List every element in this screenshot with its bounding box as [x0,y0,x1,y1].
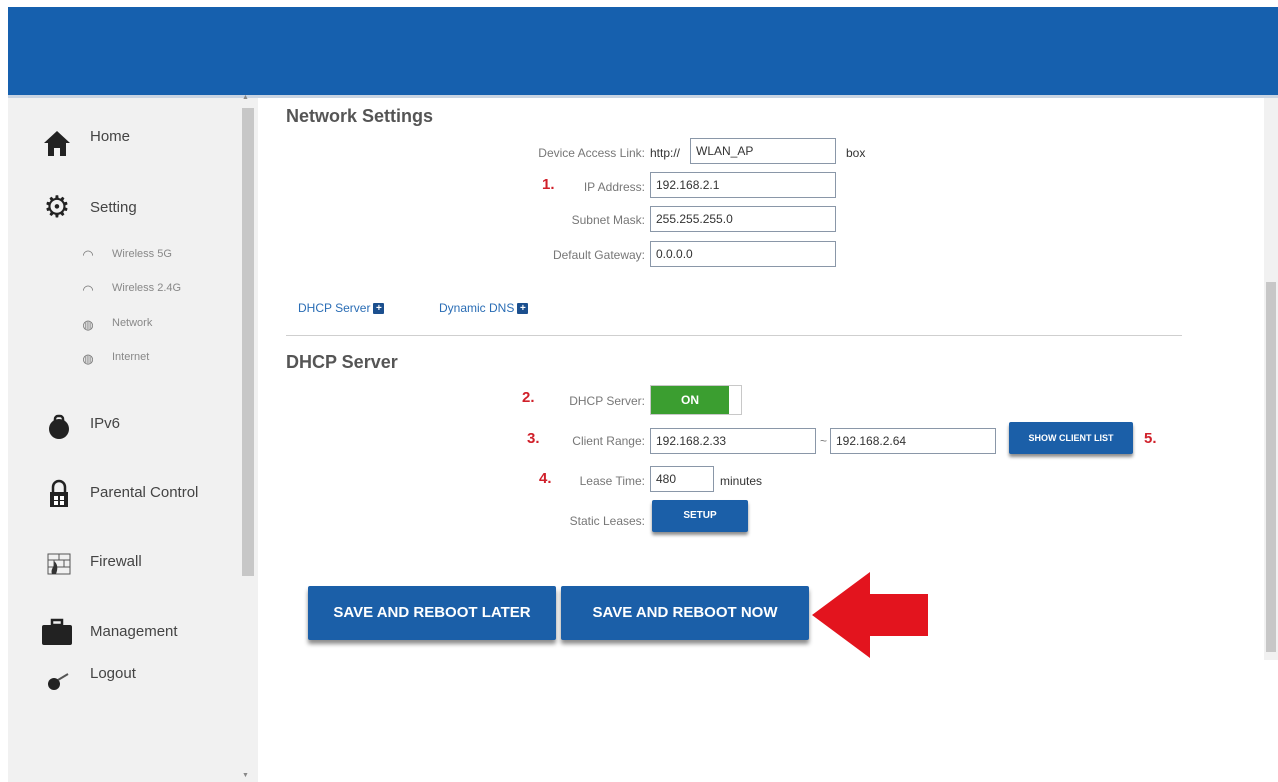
wifi-icon: ◠ [82,282,94,297]
ipv6-icon [42,414,76,447]
save-and-reboot-later-button[interactable]: SAVE AND REBOOT LATER [308,586,556,640]
sidebar-subitem-label: Wireless 2.4G [112,282,182,294]
ip-address-label: IP Address: [583,180,645,194]
show-client-list-button[interactable]: SHOW CLIENT LIST [1009,422,1133,454]
dhcp-server-link-label: DHCP Server [298,301,371,315]
sidebar-item-label: Home [90,128,131,145]
client-range-end-input[interactable]: 192.168.2.64 [830,428,996,454]
sidebar-item-label: Parental Control [90,484,199,501]
device-access-link-prefix: http:// [650,146,681,160]
dhcp-server-title: DHCP Server [286,352,398,372]
device-access-link-label: Device Access Link: [538,146,645,160]
step-number-1: 1. [542,176,555,193]
sidebar-subitem-label: Wireless 5G [112,248,172,260]
firewall-icon [42,552,76,583]
dhcp-server-toggle-state: ON [651,386,729,414]
globe-icon: ◍ [82,351,94,366]
briefcase-icon [40,618,74,653]
wifi-icon: ◠ [82,247,94,262]
step-number-4: 4. [539,470,552,487]
dhcp-server-label: DHCP Server: [569,394,645,408]
setup-button[interactable]: SETUP [652,500,748,532]
dynamic-dns-link-label: Dynamic DNS [439,301,515,315]
step-number-3: 3. [527,430,540,447]
plus-icon: + [517,302,529,314]
device-access-link-input[interactable]: WLAN_AP [690,138,836,164]
sidebar-item-label: Logout [90,665,136,682]
network-settings-title: Network Settings [286,106,434,126]
device-access-link-suffix: box [846,146,866,160]
sidebar-item-label: Setting [90,199,137,216]
sidebar-subitem-label: Internet [112,351,150,363]
ip-address-input[interactable]: 192.168.2.1 [650,172,836,198]
sidebar-item-label: IPv6 [90,415,121,432]
lease-time-unit: minutes [720,474,763,488]
subnet-mask-input[interactable]: 255.255.255.0 [650,206,836,232]
sidebar-item-label: Management [90,623,178,640]
sidebar-scroll-thumb[interactable] [242,108,254,576]
logout-icon [42,668,76,699]
save-and-reboot-now-button[interactable]: SAVE AND REBOOT NOW [561,586,809,640]
client-range-separator: ~ [820,434,828,448]
dhcp-server-link[interactable]: DHCP Server + [298,301,385,315]
sidebar-subitem-label: Network [112,317,153,329]
home-icon [40,128,74,165]
main-scroll-thumb[interactable] [1266,282,1276,652]
globe-icon: ◍ [82,317,94,332]
lock-icon [42,479,76,516]
lease-time-label: Lease Time: [579,474,645,488]
plus-icon: + [373,302,385,314]
subnet-mask-label: Subnet Mask: [571,213,645,227]
step-number-5: 5. [1144,430,1157,447]
client-range-start-input[interactable]: 192.168.2.33 [650,428,816,454]
red-arrow-icon [812,572,928,658]
lease-time-input[interactable]: 480 [650,466,714,492]
sidebar-scroll-down-icon[interactable]: ▼ [242,772,249,779]
dhcp-server-toggle[interactable]: ON [650,385,742,415]
client-range-label: Client Range: [572,434,645,448]
dynamic-dns-link[interactable]: Dynamic DNS + [439,301,529,315]
top-header-bar [8,7,1278,95]
sidebar-item-label: Firewall [90,553,142,570]
sidebar-scroll-up-icon[interactable]: ▲ [242,94,249,101]
gear-icon: ⚙ [43,191,71,224]
static-leases-label: Static Leases: [569,514,645,528]
section-divider [286,335,1182,336]
step-number-2: 2. [522,389,535,406]
default-gateway-input[interactable]: 0.0.0.0 [650,241,836,267]
default-gateway-label: Default Gateway: [552,248,645,262]
